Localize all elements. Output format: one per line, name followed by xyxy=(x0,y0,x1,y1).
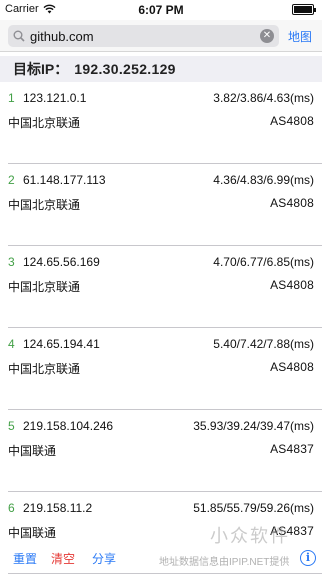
hop-location: 中国北京联通 xyxy=(8,280,81,294)
hop-row[interactable]: 1 123.121.0.1 3.82/3.86/4.63(ms) 中国北京联通 … xyxy=(8,82,322,164)
clear-search-icon[interactable]: ✕ xyxy=(260,29,274,43)
hop-latency: 5.40/7.42/7.88(ms) xyxy=(213,337,314,351)
target-ip: 192.30.252.129 xyxy=(74,61,176,77)
battery-icon xyxy=(292,4,316,15)
hop-row[interactable]: 2 61.148.177.113 4.36/4.83/6.99(ms) 中国北京… xyxy=(8,164,322,246)
hop-ip: 123.121.0.1 xyxy=(23,91,87,105)
target-label: 目标IP： xyxy=(13,61,69,77)
hop-location: 中国北京联通 xyxy=(8,362,81,376)
search-header: github.com ✕ 地图 xyxy=(0,20,322,52)
clear-button[interactable]: 清空 xyxy=(51,550,75,567)
hop-location: 中国联通 xyxy=(8,444,57,458)
hop-asn: AS4808 xyxy=(270,196,314,210)
status-time: 6:07 PM xyxy=(138,3,184,17)
hop-number: 3 xyxy=(8,255,15,269)
hop-asn: AS4837 xyxy=(270,442,314,456)
info-icon[interactable]: i xyxy=(300,550,316,566)
hop-latency: 51.85/55.79/59.26(ms) xyxy=(193,501,314,515)
hop-number: 6 xyxy=(8,501,15,515)
status-bar: Carrier 6:07 PM xyxy=(0,0,322,20)
hop-location: 中国北京联通 xyxy=(8,198,81,212)
data-credit: 地址数据信息由IPIP.NET提供 xyxy=(159,557,290,568)
hop-row[interactable]: 5 219.158.104.246 35.93/39.24/39.47(ms) … xyxy=(8,410,322,492)
hop-number: 2 xyxy=(8,173,15,187)
hop-number: 5 xyxy=(8,419,15,433)
hop-asn: AS4808 xyxy=(270,114,314,128)
reset-button[interactable]: 重置 xyxy=(13,550,37,567)
hop-latency: 35.93/39.24/39.47(ms) xyxy=(193,419,314,433)
share-button[interactable]: 分享 xyxy=(92,550,116,567)
hop-latency: 3.82/3.86/4.63(ms) xyxy=(213,91,314,105)
hop-location: 中国联通 xyxy=(8,526,57,540)
hop-location: 中国北京联通 xyxy=(8,116,81,130)
hop-latency: 4.70/6.77/6.85(ms) xyxy=(213,255,314,269)
search-input[interactable]: github.com xyxy=(30,29,260,44)
hop-row[interactable]: 3 124.65.56.169 4.70/6.77/6.85(ms) 中国北京联… xyxy=(8,246,322,328)
hop-asn: AS4808 xyxy=(270,360,314,374)
hop-number: 1 xyxy=(8,91,15,105)
target-ip-bar: 目标IP： 192.30.252.129 xyxy=(0,56,322,82)
hop-asn: AS4808 xyxy=(270,278,314,292)
hop-number: 4 xyxy=(8,337,15,351)
map-button[interactable]: 地图 xyxy=(288,28,312,45)
hop-ip: 124.65.56.169 xyxy=(23,255,100,269)
hop-ip: 219.158.104.246 xyxy=(23,419,114,433)
hop-ip: 124.65.194.41 xyxy=(23,337,100,351)
bottom-toolbar: 重置 清空 分享 地址数据信息由IPIP.NET提供 i xyxy=(0,544,322,572)
hop-list: 1 123.121.0.1 3.82/3.86/4.63(ms) 中国北京联通 … xyxy=(0,82,322,574)
hop-row[interactable]: 4 124.65.194.41 5.40/7.42/7.88(ms) 中国北京联… xyxy=(8,328,322,410)
search-icon xyxy=(8,30,30,42)
hop-ip: 61.148.177.113 xyxy=(23,173,106,187)
hop-ip: 219.158.11.2 xyxy=(23,501,93,515)
search-field[interactable]: github.com ✕ xyxy=(8,25,279,47)
hop-latency: 4.36/4.83/6.99(ms) xyxy=(213,173,314,187)
